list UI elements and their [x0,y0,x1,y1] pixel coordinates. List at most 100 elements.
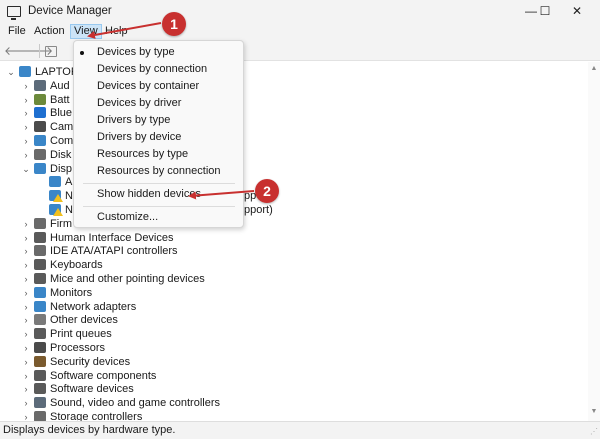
monitor-warning-icon [49,190,63,202]
view-menu-item[interactable]: Devices by type [74,44,243,61]
tree-category[interactable]: › Sound, video and game controllers [0,396,588,410]
forward-arrow-icon[interactable]: 🡒 [21,44,53,58]
expand-chevron-icon[interactable]: › [21,260,31,270]
view-menu-item[interactable]: Devices by driver [74,95,243,112]
view-menu-item-label: Resources by connection [97,165,221,177]
disk-icon [34,149,46,160]
storage-icon [34,411,46,421]
laptop-icon [19,66,31,77]
expand-chevron-icon[interactable]: › [21,398,31,408]
customize-item[interactable]: Customize... [74,209,243,226]
tree-category-label: Blue [50,107,73,119]
properties-icon[interactable] [45,46,57,57]
software-component-icon [34,370,46,381]
tree-category[interactable]: › Processors [0,341,588,355]
close-button[interactable]: ✕ [554,0,600,22]
tree-category[interactable]: › Network adapters [0,300,588,314]
expand-chevron-icon[interactable]: › [21,246,31,256]
tree-category-label: Security devices [50,356,131,368]
vertical-scrollbar[interactable]: ▲ ▼ [588,62,600,421]
device-manager-icon [7,5,21,20]
expand-chevron-icon[interactable]: › [21,371,31,381]
expand-chevron-icon[interactable]: › [21,302,31,312]
expand-chevron-icon[interactable]: › [21,219,31,229]
view-menu-item[interactable]: Drivers by device [74,129,243,146]
tree-category[interactable]: › Software devices [0,382,588,396]
status-text: Displays devices by hardware type. [3,424,176,436]
menu-bar: File Action View Help [0,22,600,41]
selected-bullet-icon [80,51,84,55]
tree-category[interactable]: › Software components [0,369,588,383]
expand-chevron-icon[interactable]: › [21,108,31,118]
expand-chevron-icon[interactable]: › [21,357,31,367]
expand-chevron-icon[interactable]: › [21,122,31,132]
resize-grip-icon[interactable]: ⋰ [588,427,598,437]
menu-view[interactable]: View [70,24,102,39]
tree-category-label: Sound, video and game controllers [50,397,220,409]
scroll-up-icon[interactable]: ▲ [590,65,598,73]
camera-icon [34,121,46,132]
expand-chevron-icon[interactable]: › [21,412,31,421]
tree-category-label: Monitors [50,287,93,299]
expand-chevron-icon[interactable]: › [21,329,31,339]
status-bar: Displays devices by hardware type. ⋰ [0,421,600,439]
collapse-chevron-icon[interactable]: ⌄ [21,164,31,174]
view-menu-dropdown: Devices by type Devices by connection Devi… [73,40,244,228]
tree-category[interactable]: › IDE ATA/ATAPI controllers [0,244,588,258]
expand-chevron-icon[interactable]: › [21,95,31,105]
view-menu-item[interactable]: Devices by connection [74,61,243,78]
battery-icon [34,94,46,105]
display-icon [34,163,46,174]
sound-icon [34,397,46,408]
tree-category-label: Aud [50,80,70,92]
expand-chevron-icon[interactable]: › [21,274,31,284]
tree-label-trailing: pport) [244,204,273,216]
expand-chevron-icon[interactable]: › [21,315,31,325]
computer-icon [34,135,46,146]
tree-category[interactable]: › Mice and other pointing devices [0,272,588,286]
keyboard-icon [34,259,46,270]
view-menu-item[interactable]: Drivers by type [74,112,243,129]
tree-category[interactable]: › Human Interface Devices [0,231,588,245]
show-hidden-devices-item[interactable]: Show hidden devices [74,186,243,203]
expand-chevron-icon[interactable]: › [21,150,31,160]
view-menu-item-label: Resources by type [97,148,189,160]
view-menu-item[interactable]: Devices by container [74,78,243,95]
menu-action[interactable]: Action [31,24,68,39]
tree-category-label: Cam [50,121,74,133]
monitor-icon [34,287,46,298]
tree-category[interactable]: › Security devices [0,355,588,369]
expand-chevron-icon[interactable]: › [21,343,31,353]
back-arrow-icon[interactable]: 🡐 [4,44,36,58]
tree-category-label: Firm [50,218,72,230]
menu-help[interactable]: Help [102,24,131,39]
tree-device-label: A [65,176,73,188]
view-menu-item[interactable]: Resources by connection [74,163,243,180]
tree-category-label: Other devices [50,314,118,326]
menu-file[interactable]: File [5,24,29,39]
tree-category[interactable]: › Other devices [0,313,588,327]
tree-root-label: LAPTOP [35,66,79,78]
tree-category-label: Batt [50,94,70,106]
expand-chevron-icon[interactable]: › [21,81,31,91]
tree-category-label: Storage controllers [50,411,143,421]
expand-chevron-icon[interactable]: › [21,136,31,146]
tree-category[interactable]: › Storage controllers [0,410,588,421]
tree-category[interactable]: › Monitors [0,286,588,300]
scroll-down-icon[interactable]: ▼ [590,408,598,416]
tree-category-label: Keyboards [50,259,103,271]
view-menu-item-label: Devices by connection [97,63,208,75]
view-menu-item[interactable]: Resources by type [74,146,243,163]
menu-separator [83,206,235,207]
tree-category-label: Disk [50,149,72,161]
view-menu-item-label: Drivers by device [97,131,182,143]
tree-category[interactable]: › Keyboards [0,258,588,272]
collapse-chevron-icon[interactable]: ⌄ [6,67,16,77]
tree-category-label: Com [50,135,74,147]
expand-chevron-icon[interactable]: › [21,233,31,243]
expand-chevron-icon[interactable]: › [21,384,31,394]
security-icon [34,356,46,367]
printer-icon [34,328,46,339]
tree-category[interactable]: › Print queues [0,327,588,341]
expand-chevron-icon[interactable]: › [21,288,31,298]
